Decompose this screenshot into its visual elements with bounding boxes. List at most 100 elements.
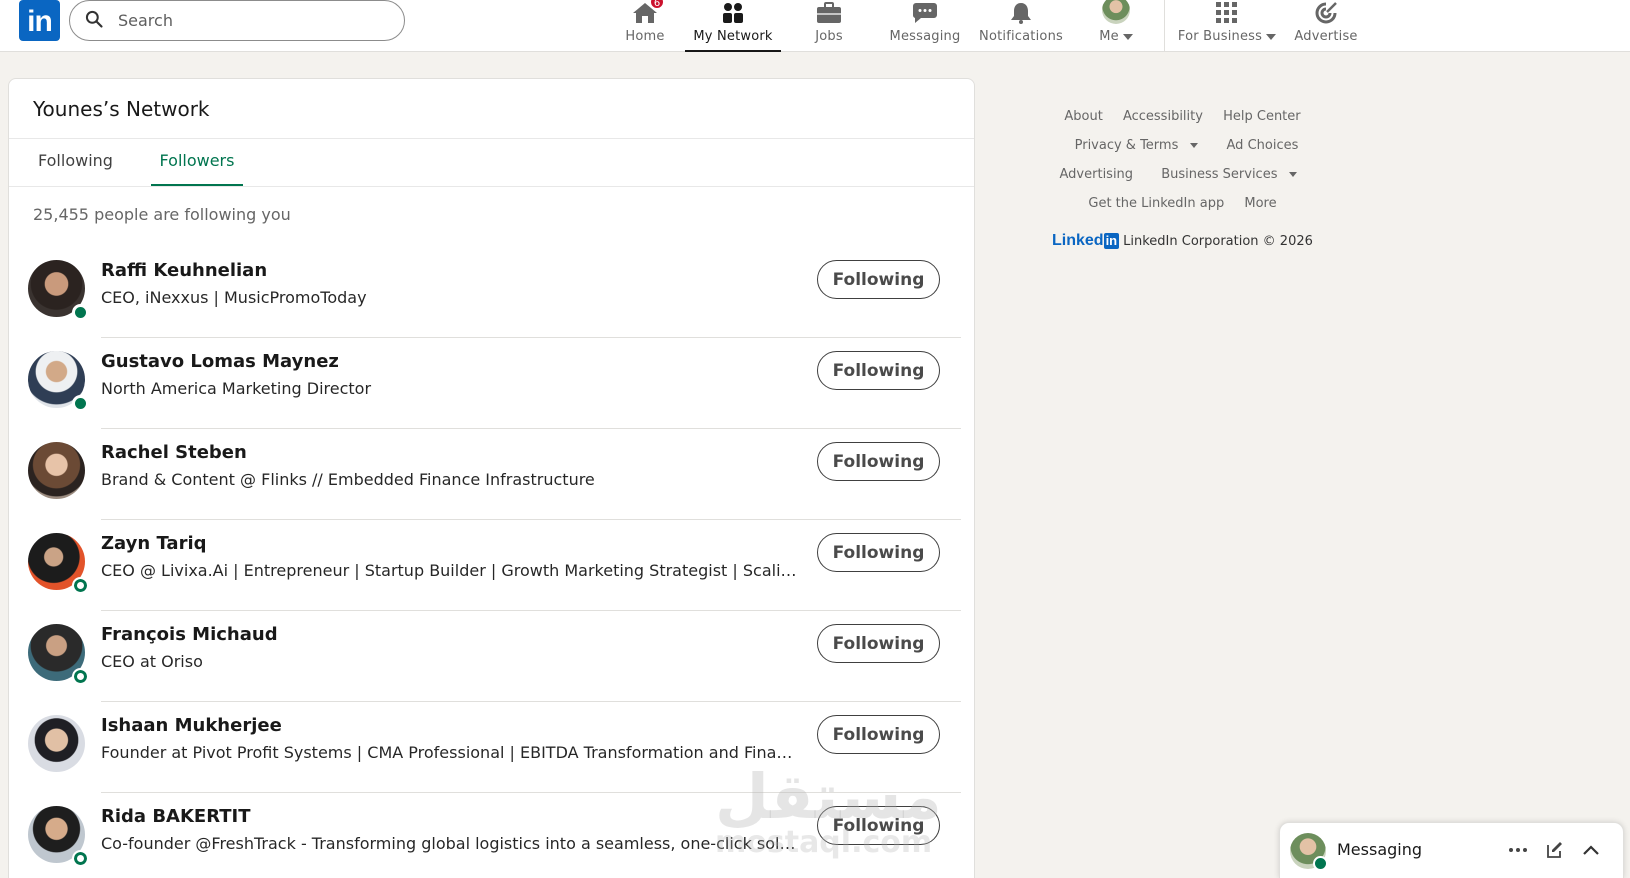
person-name[interactable]: Zayn Tariq xyxy=(101,533,207,554)
open-to-work-icon xyxy=(72,850,89,867)
home-icon: 6 xyxy=(631,0,665,24)
home-badge: 6 xyxy=(649,0,665,10)
chevron-down-icon xyxy=(1190,143,1199,148)
list-item[interactable]: Rida BAKERTIT Co-founder @FreshTrack - T… xyxy=(9,793,976,878)
nav-home-label: Home xyxy=(625,29,665,44)
nav-jobs-label: Jobs xyxy=(815,29,843,44)
nav-for-business-label: For Business xyxy=(1177,29,1263,44)
avatar[interactable] xyxy=(28,351,89,412)
open-to-work-icon xyxy=(72,668,89,685)
avatar xyxy=(1290,833,1328,871)
nav-messaging-label: Messaging xyxy=(889,29,961,44)
nav-jobs[interactable]: Jobs xyxy=(800,0,858,52)
list-item[interactable]: Raffi Keuhnelian CEO, iNexxus | MusicPro… xyxy=(9,247,976,338)
avatar[interactable] xyxy=(28,260,89,321)
chevron-down-icon xyxy=(1289,172,1298,177)
followers-count: 25,455 people are following you xyxy=(33,205,291,224)
linkedin-logo-box: in xyxy=(1103,233,1120,249)
online-status-icon xyxy=(72,395,89,412)
person-headline: CEO at Oriso xyxy=(101,652,203,671)
avatar[interactable] xyxy=(28,624,89,685)
tab-followers[interactable]: Followers xyxy=(151,138,243,186)
footer-accessibility-link[interactable]: Accessibility xyxy=(1123,109,1203,124)
briefcase-icon xyxy=(815,0,843,24)
nav-home[interactable]: 6 Home xyxy=(616,0,674,52)
following-button[interactable]: Following xyxy=(817,260,940,299)
list-item[interactable]: Zayn Tariq CEO @ Livixa.Ai | Entrepreneu… xyxy=(9,520,976,611)
following-button[interactable]: Following xyxy=(817,442,940,481)
messaging-label[interactable]: Messaging xyxy=(1337,840,1422,859)
footer-adchoices-link[interactable]: Ad Choices xyxy=(1227,138,1299,153)
person-headline: Founder at Pivot Profit Systems | CMA Pr… xyxy=(101,743,801,762)
nav-notifications-label: Notifications xyxy=(979,29,1063,44)
bell-icon xyxy=(1007,0,1035,24)
linkedin-wordmark: Linked xyxy=(1052,232,1104,249)
footer-get-app-link[interactable]: Get the LinkedIn app xyxy=(1088,196,1224,211)
linkedin-logo[interactable]: in xyxy=(19,0,60,41)
footer-advertising-link[interactable]: Advertising xyxy=(1060,167,1134,182)
person-headline: CEO, iNexxus | MusicPromoToday xyxy=(101,288,367,307)
nav-messaging[interactable]: Messaging xyxy=(888,0,962,52)
list-item[interactable]: Rachel Steben Brand & Content @ Flinks /… xyxy=(9,429,976,520)
nav-my-network[interactable]: My Network xyxy=(685,0,781,52)
search-input[interactable] xyxy=(118,11,378,30)
avatar[interactable] xyxy=(28,533,89,594)
nav-divider xyxy=(1164,0,1165,52)
search-box[interactable] xyxy=(69,0,405,41)
advertise-icon xyxy=(1312,0,1340,24)
more-options-icon[interactable] xyxy=(1507,839,1529,861)
person-name[interactable]: Raffi Keuhnelian xyxy=(101,260,267,281)
search-icon xyxy=(84,9,104,33)
footer-brand: Linked in LinkedIn Corporation © 2026 xyxy=(1052,232,1313,250)
person-name[interactable]: Rida BAKERTIT xyxy=(101,806,251,827)
top-nav-bar: in 6 Home My Network Jobs Messaging xyxy=(0,0,1630,52)
nav-for-business[interactable]: For Business xyxy=(1177,0,1277,52)
footer-more-link[interactable]: More xyxy=(1244,196,1276,211)
nav-notifications[interactable]: Notifications xyxy=(979,0,1063,52)
following-button[interactable]: Following xyxy=(817,806,940,845)
page-title: Younes’s Network xyxy=(33,97,210,121)
copyright-text: LinkedIn Corporation © 2026 xyxy=(1123,234,1313,249)
grid-icon xyxy=(1213,0,1241,24)
following-button[interactable]: Following xyxy=(817,533,940,572)
person-name[interactable]: Gustavo Lomas Maynez xyxy=(101,351,339,372)
divider xyxy=(9,186,974,187)
nav-my-network-label: My Network xyxy=(693,29,773,44)
compose-icon[interactable] xyxy=(1544,839,1566,861)
person-headline: CEO @ Livixa.Ai | Entrepreneur | Startup… xyxy=(101,561,801,580)
person-name[interactable]: Rachel Steben xyxy=(101,442,247,463)
nav-advertise-label: Advertise xyxy=(1294,29,1358,44)
following-button[interactable]: Following xyxy=(817,351,940,390)
nav-advertise[interactable]: Advertise xyxy=(1294,0,1358,52)
list-item[interactable]: François Michaud CEO at Oriso Following xyxy=(9,611,976,702)
footer-about-link[interactable]: About xyxy=(1064,109,1102,124)
tab-following[interactable]: Following xyxy=(30,138,121,186)
chevron-down-icon xyxy=(1266,33,1277,40)
avatar[interactable] xyxy=(28,806,89,867)
chevron-up-icon[interactable] xyxy=(1580,839,1602,861)
footer-privacy-link[interactable]: Privacy & Terms xyxy=(1067,138,1207,153)
network-card: Younes’s Network Following Followers 25,… xyxy=(8,78,975,878)
footer-help-link[interactable]: Help Center xyxy=(1223,109,1301,124)
me-avatar xyxy=(1102,0,1130,24)
avatar[interactable] xyxy=(28,442,85,499)
following-button[interactable]: Following xyxy=(817,624,940,663)
footer-links: About Accessibility Help Center Privacy … xyxy=(1040,102,1325,218)
footer-business-services-link[interactable]: Business Services xyxy=(1153,167,1305,182)
avatar[interactable] xyxy=(28,715,85,772)
list-item[interactable]: Gustavo Lomas Maynez North America Marke… xyxy=(9,338,976,429)
messaging-overlay[interactable]: Messaging xyxy=(1279,822,1624,878)
following-button[interactable]: Following xyxy=(817,715,940,754)
person-name[interactable]: François Michaud xyxy=(101,624,278,645)
nav-me-label: Me xyxy=(1099,29,1119,44)
nav-me[interactable]: Me xyxy=(1088,0,1144,52)
people-icon xyxy=(719,0,747,24)
online-status-icon xyxy=(72,304,89,321)
person-headline: Brand & Content @ Flinks // Embedded Fin… xyxy=(101,470,595,489)
chevron-down-icon xyxy=(1122,33,1133,40)
person-headline: North America Marketing Director xyxy=(101,379,372,398)
list-item[interactable]: Ishaan Mukherjee Founder at Pivot Profit… xyxy=(9,702,976,793)
person-name[interactable]: Ishaan Mukherjee xyxy=(101,715,282,736)
message-icon xyxy=(911,0,939,24)
person-headline: Co-founder @FreshTrack - Transforming gl… xyxy=(101,834,801,853)
